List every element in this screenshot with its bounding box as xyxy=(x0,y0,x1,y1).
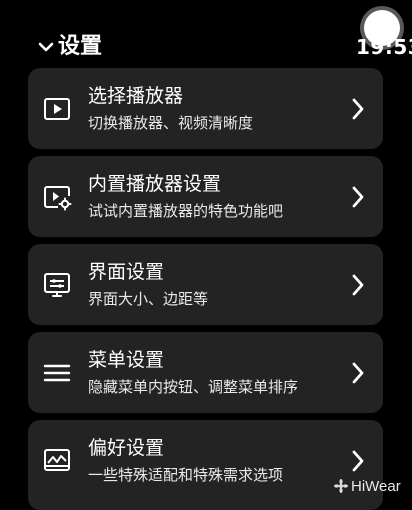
item-description: 试试内置播放器的特色功能吧 xyxy=(88,202,284,220)
preference-chart-icon xyxy=(44,449,70,471)
settings-item-builtin-player[interactable]: 内置播放器设置 试试内置播放器的特色功能吧 xyxy=(28,156,383,237)
menu-icon xyxy=(43,364,71,382)
settings-item-preferences[interactable]: 偏好设置 一些特殊适配和特殊需求选项 xyxy=(28,420,383,510)
header: 设置 19:53 xyxy=(36,30,412,64)
flower-logo-icon xyxy=(334,479,348,493)
play-icon xyxy=(44,98,70,120)
watermark: HiWear xyxy=(334,478,401,495)
item-description: 界面大小、边距等 xyxy=(88,290,209,308)
page-title: 设置 xyxy=(58,34,103,59)
floating-assist-button[interactable] xyxy=(364,10,400,46)
item-description: 隐藏菜单内按钮、调整菜单排序 xyxy=(88,378,299,396)
chevron-right-icon xyxy=(352,274,364,296)
interface-icon xyxy=(44,273,70,297)
item-label: 内置播放器设置 xyxy=(88,173,222,195)
item-label: 偏好设置 xyxy=(88,437,165,459)
settings-item-menu[interactable]: 菜单设置 隐藏菜单内按钮、调整菜单排序 xyxy=(28,332,383,413)
chevron-right-icon xyxy=(352,186,364,208)
item-label: 菜单设置 xyxy=(88,349,165,371)
item-label: 界面设置 xyxy=(88,261,165,283)
chevron-right-icon xyxy=(352,362,364,384)
item-label: 选择播放器 xyxy=(88,85,184,107)
item-description: 切换播放器、视频清晰度 xyxy=(88,114,254,132)
player-settings-icon xyxy=(44,186,72,211)
settings-item-player-select[interactable]: 选择播放器 切换播放器、视频清晰度 xyxy=(28,68,383,149)
watermark-text: HiWear xyxy=(351,478,401,495)
chevron-down-icon[interactable] xyxy=(36,37,56,57)
chevron-right-icon xyxy=(352,450,364,472)
settings-item-interface[interactable]: 界面设置 界面大小、边距等 xyxy=(28,244,383,325)
item-description: 一些特殊适配和特殊需求选项 xyxy=(88,466,284,484)
chevron-right-icon xyxy=(352,98,364,120)
